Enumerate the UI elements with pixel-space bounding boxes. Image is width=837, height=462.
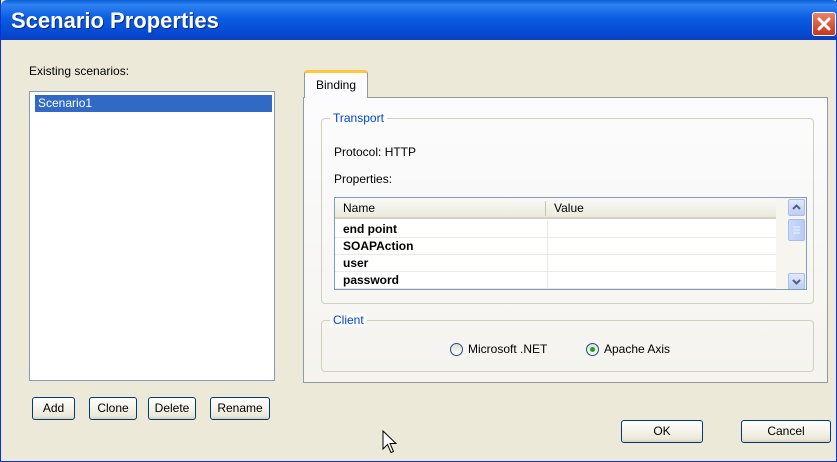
property-value[interactable]: [547, 255, 776, 272]
add-button[interactable]: Add: [32, 397, 75, 420]
rename-button[interactable]: Rename: [210, 397, 270, 420]
property-value[interactable]: [547, 221, 776, 238]
protocol-label: Protocol: HTTP: [334, 145, 417, 159]
scenario-list[interactable]: Scenario1: [29, 91, 275, 381]
scroll-up-button[interactable]: [788, 199, 805, 216]
table-row[interactable]: user: [335, 255, 776, 272]
scroll-thumb[interactable]: [788, 219, 805, 241]
vertical-scrollbar[interactable]: [776, 198, 806, 289]
cancel-button[interactable]: Cancel: [741, 420, 831, 443]
radio-microsoft-net[interactable]: [450, 343, 463, 356]
property-name: password: [343, 273, 400, 287]
property-name: user: [343, 256, 369, 270]
title-bar[interactable]: Scenario Properties: [1, 0, 837, 40]
property-value[interactable]: [547, 238, 776, 255]
grip-icon: [793, 226, 800, 234]
table-row[interactable]: password: [335, 272, 776, 289]
client-legend: Client: [330, 313, 367, 327]
property-name: end point: [343, 222, 397, 236]
mouse-pointer-icon: [382, 430, 398, 454]
property-value[interactable]: [547, 272, 776, 289]
table-header: Name Value: [335, 198, 776, 219]
close-button[interactable]: [812, 12, 836, 36]
scroll-up-icon: [792, 204, 801, 210]
table-row[interactable]: end point: [335, 221, 776, 238]
properties-table[interactable]: Name Value end point SOAPAction user pas…: [334, 197, 807, 290]
radio-apache-axis[interactable]: [586, 343, 599, 356]
properties-label: Properties:: [334, 172, 393, 186]
tab-binding[interactable]: Binding: [304, 70, 368, 98]
delete-button[interactable]: Delete: [148, 397, 196, 420]
close-icon: [817, 17, 831, 31]
window-title: Scenario Properties: [11, 8, 219, 33]
scroll-down-button[interactable]: [788, 273, 805, 289]
column-header-value[interactable]: Value: [554, 201, 584, 215]
dialog-window: Scenario Properties Existing scenarios: …: [0, 0, 837, 462]
property-name: SOAPAction: [343, 239, 414, 253]
client-group: Client: [321, 313, 814, 372]
radio-label-apache-axis[interactable]: Apache Axis: [604, 342, 670, 356]
column-separator[interactable]: [545, 201, 546, 216]
ok-button[interactable]: OK: [621, 420, 703, 443]
transport-legend: Transport: [330, 111, 387, 125]
column-header-name[interactable]: Name: [343, 201, 375, 215]
scroll-down-icon: [792, 279, 801, 285]
existing-scenarios-label: Existing scenarios:: [29, 64, 130, 78]
clone-button[interactable]: Clone: [89, 397, 137, 420]
radio-label-microsoft-net[interactable]: Microsoft .NET: [468, 342, 547, 356]
list-item[interactable]: Scenario1: [35, 95, 272, 112]
table-row[interactable]: SOAPAction: [335, 238, 776, 255]
